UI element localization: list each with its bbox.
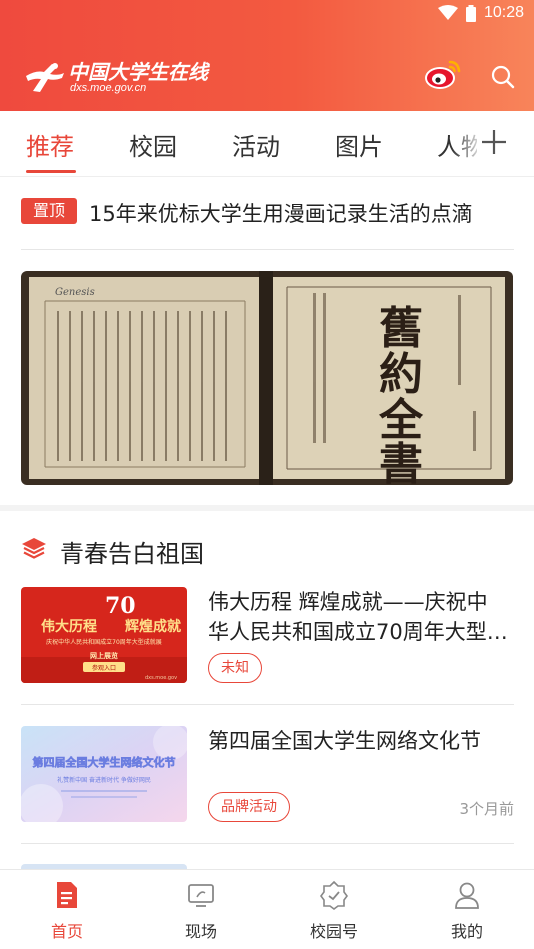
- nav-home-label: 首页: [50, 922, 83, 941]
- logo-name: 中国大学生在线: [68, 60, 208, 84]
- article-item[interactable]: 伟大历程 辉煌成就 70 庆祝中华人民共和国成立70周年大型成就展 网上展览 参…: [21, 587, 514, 687]
- old-book-photo: Genesis 舊 約 全 書: [21, 271, 513, 485]
- nav-mine-label: 我的: [450, 922, 483, 941]
- tab-recommend[interactable]: 推荐: [26, 127, 74, 162]
- thumb-headline: 第四届全国大学生网络文化节: [33, 755, 176, 769]
- nav-mine[interactable]: 我的: [400, 870, 534, 949]
- thumb-subtitle: 庆祝中华人民共和国成立70周年大型成就展: [46, 638, 162, 646]
- profile-icon: [455, 882, 479, 909]
- nav-campus-label: 校园号: [309, 922, 358, 941]
- thumb-entry: 参观入口: [92, 664, 116, 672]
- thumb-online: 网上展览: [90, 651, 118, 660]
- nav-live-label: 现场: [184, 922, 217, 941]
- campus-badge-icon: [320, 880, 348, 910]
- search-icon: [491, 65, 515, 89]
- article-title: 伟大历程 辉煌成就——庆祝中华人民共和国成立70周年大型成就展网上展览: [208, 590, 508, 644]
- divider: [21, 249, 514, 250]
- exhibition-thumb: 伟大历程 辉煌成就 70 庆祝中华人民共和国成立70周年大型成就展 网上展览 参…: [21, 587, 187, 683]
- wifi-icon: [437, 5, 458, 20]
- section-title: 青春告白祖国: [60, 540, 204, 568]
- divider: [21, 843, 514, 844]
- status-icons: 10:28: [437, 4, 524, 22]
- nav-home[interactable]: 首页: [0, 870, 134, 949]
- pinned-title: 15年来优标大学生用漫画记录生活的点滴: [89, 202, 473, 226]
- article-item[interactable]: 第四届全国大学生网络文化节 礼赞新中国 奋进新时代 争做好网民 第四届全国大学生…: [21, 726, 514, 826]
- banner-char-4: 書: [379, 439, 423, 485]
- pinned-badge: 置顶: [21, 198, 77, 224]
- banner-char-2: 約: [379, 349, 423, 400]
- active-tab-indicator: [26, 170, 76, 173]
- section-header: 青春告白祖国: [21, 532, 421, 568]
- divider: [21, 704, 514, 705]
- banner-char-1: 舊: [379, 303, 423, 354]
- app-screen: 10:28 中国大学生在线 dxs.moe.gov.cn 推荐 校园 活动 图片…: [0, 0, 534, 949]
- logo-runner-icon: [26, 63, 64, 92]
- thumb-slogan: 礼赞新中国 奋进新时代 争做好网民: [57, 776, 151, 784]
- status-time: 10:28: [483, 4, 524, 21]
- article-time: 3个月前: [459, 800, 514, 818]
- article-thumbnail: 伟大历程 辉煌成就 70 庆祝中华人民共和国成立70周年大型成就展 网上展览 参…: [21, 587, 187, 683]
- banner-page-heading: Genesis: [55, 287, 95, 298]
- article-tag[interactable]: 品牌活动: [208, 792, 290, 822]
- thumb-emblem: 70: [105, 593, 136, 619]
- weibo-icon: [425, 60, 461, 89]
- category-tabs: 推荐 校园 活动 图片 人物: [0, 111, 534, 177]
- thumb-credit: dxs.moe.gov: [145, 675, 177, 681]
- app-logo[interactable]: 中国大学生在线 dxs.moe.gov.cn: [22, 56, 222, 96]
- logo-url: dxs.moe.gov.cn: [70, 82, 147, 94]
- home-doc-icon: [57, 882, 77, 908]
- tab-activity[interactable]: 活动: [232, 127, 280, 162]
- live-screen-icon: [188, 884, 214, 907]
- thumb-line2: 辉煌成就: [125, 618, 181, 635]
- nav-live[interactable]: 现场: [134, 870, 268, 949]
- tab-campus[interactable]: 校园: [129, 127, 177, 162]
- add-channel-button[interactable]: [480, 128, 508, 156]
- layers-icon: [22, 538, 46, 559]
- plus-icon: [482, 130, 506, 154]
- pinned-article[interactable]: 置顶 15年来优标大学生用漫画记录生活的点滴: [21, 196, 514, 232]
- article-tag[interactable]: 未知: [208, 653, 262, 683]
- article-thumbnail: 第四届全国大学生网络文化节 礼赞新中国 奋进新时代 争做好网民: [21, 726, 187, 822]
- search-button[interactable]: [490, 64, 516, 90]
- tab-pictures[interactable]: 图片: [335, 127, 383, 162]
- bottom-navigation: 首页 现场 校园号 我的: [0, 869, 534, 949]
- status-bar: 10:28: [0, 0, 534, 28]
- app-header: 10:28 中国大学生在线 dxs.moe.gov.cn: [0, 0, 534, 111]
- festival-thumb: 第四届全国大学生网络文化节 礼赞新中国 奋进新时代 争做好网民: [21, 726, 187, 822]
- banner-image[interactable]: Genesis 舊 約 全 書: [21, 271, 513, 485]
- battery-icon: [465, 4, 476, 22]
- thumb-line1: 伟大历程: [41, 618, 97, 635]
- article-title: 第四届全国大学生网络文化节: [208, 729, 481, 753]
- nav-campus[interactable]: 校园号: [267, 870, 401, 949]
- section-separator: [0, 505, 534, 511]
- weibo-button[interactable]: [424, 58, 462, 92]
